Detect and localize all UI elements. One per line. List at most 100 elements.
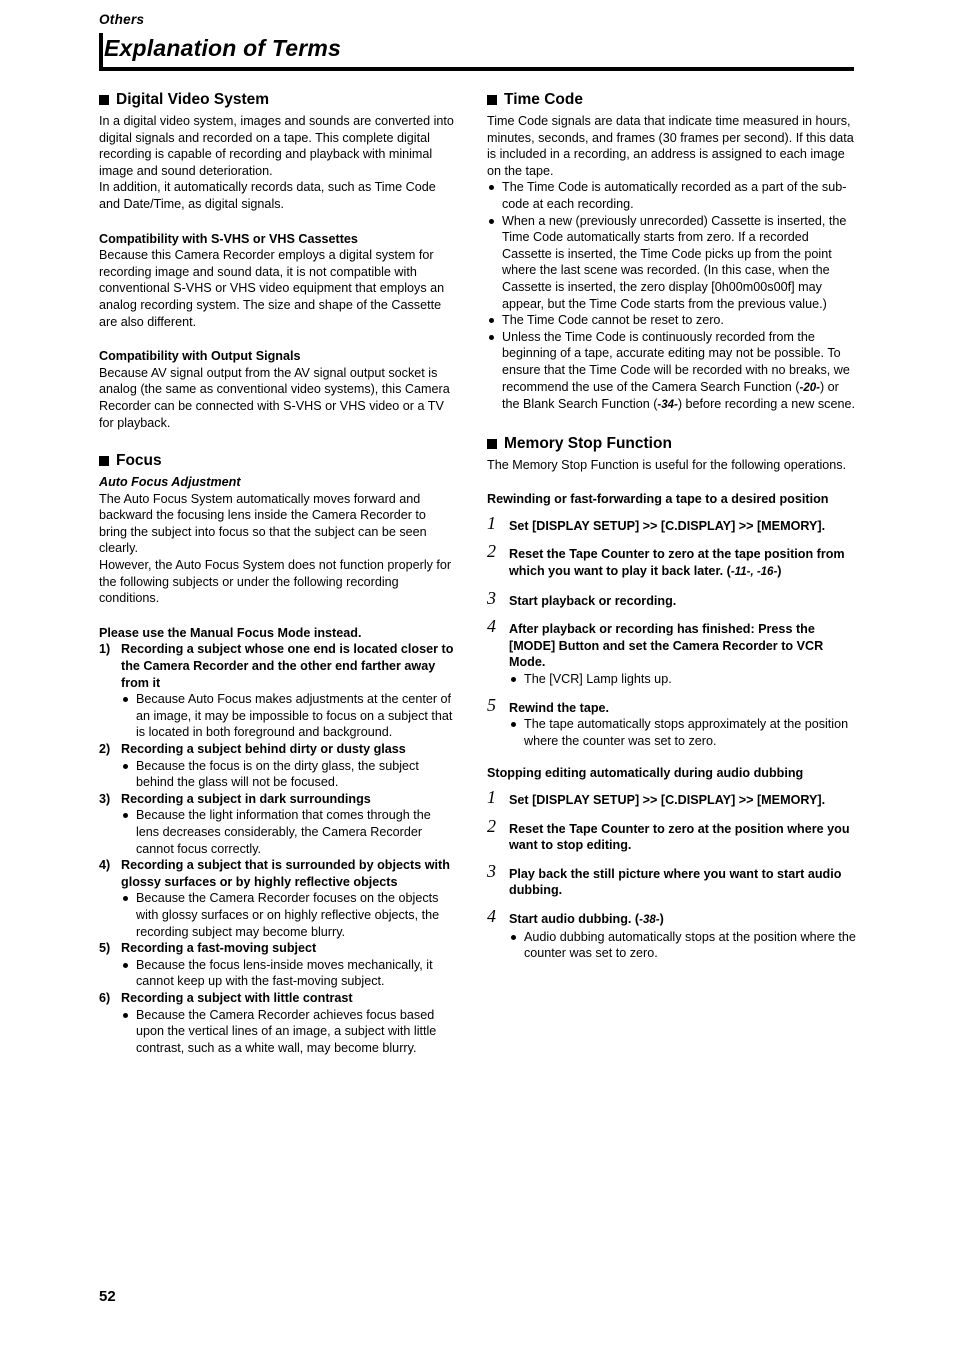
list-item-bullet: Because Auto Focus makes adjustments at … [121,691,457,741]
paragraph-digital-video-1: In a digital video system, images and so… [99,114,454,178]
step-item: 1 Set [DISPLAY SETUP] >> [C.DISPLAY] >> … [487,787,857,809]
paragraph-compat-output: Because AV signal output from the AV sig… [99,365,450,430]
bullet-label-part1: Unless the Time Code is continuously rec… [502,329,850,394]
section-heading-digital-video-system: Digital Video System [99,90,457,110]
step-label: Rewind the tape. [509,700,610,715]
step-number: 3 [487,587,496,608]
list-item-number: 4) [99,858,111,873]
step-label-after: ) [777,564,782,579]
step-label: Set [DISPLAY SETUP] >> [C.DISPLAY] >> [M… [509,518,826,533]
step-item: 1 Set [DISPLAY SETUP] >> [C.DISPLAY] >> … [487,512,857,535]
step-label: Start audio dubbing. ( [509,911,640,926]
list-item: 4) Recording a subject that is surrounde… [99,857,457,890]
paragraph-memory-stop: The Memory Stop Function is useful for t… [487,457,847,472]
subheading-compat-svhs: Compatibility with S-VHS or VHS Cassette… [99,231,358,246]
list-item: 6) Recording a subject with little contr… [99,990,457,1007]
section-heading-memory-stop-function: Memory Stop Function [487,434,857,454]
bullet-dot-icon [511,934,516,940]
paragraph-focus-2: However, the Auto Focus System does not … [99,558,452,606]
step-number: 1 [487,787,496,807]
bullet-item: The Time Code is automatically recorded … [487,179,857,212]
bullet-dot-icon [123,1012,128,1018]
page-reference-38[interactable]: -38- [639,914,659,926]
page-reference-20[interactable]: -20- [800,382,820,394]
bullet-dot-icon [489,334,494,340]
list-item-bullet-label: Because Auto Focus makes adjustments at … [136,692,453,740]
list-item-label: Recording a subject in dark surroundings [121,791,371,806]
list-item-number: 5) [99,941,111,956]
section-heading-focus: Focus [99,451,457,471]
step-number: 1 [487,512,496,533]
list-item-label: Recording a fast-moving subject [121,941,317,956]
page-reference-11-16[interactable]: -11-, -16- [731,566,777,578]
step-label: Set [DISPLAY SETUP] >> [C.DISPLAY] >> [M… [509,793,826,807]
bullet-dot-icon [511,677,516,683]
bullet-label: When a new (previously unrecorded) Casse… [502,213,847,311]
page-reference-34[interactable]: -34- [657,399,677,411]
step-item: 4 After playback or recording has finish… [487,617,857,671]
list-item-number: 3) [99,791,111,806]
step-label: Reset the Tape Counter to zero at the po… [509,821,850,853]
step-label: Play back the still picture where you wa… [509,866,842,898]
section-heading-label: Memory Stop Function [504,434,672,452]
step-label-after: ) [659,911,664,926]
page-number: 52 [99,1288,116,1305]
list-item-label: Recording a subject that is surrounded b… [121,858,450,889]
list-item-number: 1) [99,642,111,657]
right-column: Time Code Time Code signals are data tha… [487,90,857,962]
list-item-bullet-label: Because the focus is on the dirty glass,… [136,758,419,790]
step-bullet: Audio dubbing automatically stops at the… [487,929,857,962]
left-column: Digital Video System In a digital video … [99,90,457,1056]
paragraph-time-code: Time Code signals are data that indicate… [487,114,854,178]
bullet-label: The Time Code is automatically recorded … [502,180,847,211]
paragraph-compat-svhs: Because this Camera Recorder employs a d… [99,248,445,329]
bullet-label: The Time Code cannot be reset to zero. [502,313,724,328]
bullet-dot-icon [123,896,128,902]
bullet-item: When a new (previously unrecorded) Casse… [487,213,857,313]
bullet-dot-icon [489,185,494,191]
list-item: 2) Recording a subject behind dirty or d… [99,741,457,758]
square-bullet-icon [487,95,497,105]
bullet-dot-icon [511,722,516,728]
title-rule [99,67,854,71]
list-item-bullet: Because the Camera Recorder focuses on t… [121,890,457,940]
paragraph-digital-video-2: In addition, it automatically records da… [99,180,436,211]
subheading-stopping-editing: Stopping editing automatically during au… [487,766,804,781]
list-item: 1) Recording a subject whose one end is … [99,641,457,691]
document-page: Others Explanation of Terms Digital Vide… [0,0,954,1349]
step-item: 3 Start playback or recording. [487,587,857,610]
square-bullet-icon [99,456,109,467]
list-item: 5) Recording a fast-moving subject [99,940,457,957]
bullet-label-part3: ) before recording a new scene. [677,397,855,412]
list-item-number: 2) [99,742,111,756]
step-label: Reset the Tape Counter to zero at the ta… [509,547,845,579]
list-item-bullet: Because the light information that comes… [121,807,457,857]
section-heading-label: Digital Video System [116,91,270,108]
list-item-number: 6) [99,990,111,1005]
bullet-dot-icon [123,763,128,769]
step-label: Start playback or recording. [509,593,677,608]
list-item-label: Recording a subject behind dirty or dust… [121,742,406,756]
list-item-bullet-label: Because the focus lens-inside moves mech… [136,957,433,989]
list-item-bullet: Because the Camera Recorder achieves foc… [121,1007,457,1057]
page-category: Others [99,12,145,27]
section-heading-label: Focus [116,452,162,470]
paragraph-focus-1: The Auto Focus System automatically move… [99,491,427,556]
list-item-bullet: Because the focus lens-inside moves mech… [121,957,457,990]
bullet-dot-icon [489,218,494,224]
section-heading-time-code: Time Code [487,90,857,110]
title-rule-tick [99,33,103,67]
bullet-dot-icon [489,318,494,324]
step-item: 3 Play back the still picture where you … [487,862,857,899]
step-item: 4 Start audio dubbing. (-38-) [487,907,857,929]
step-label: After playback or recording has finished… [509,622,824,670]
list-item-bullet: Because the focus is on the dirty glass,… [121,758,457,791]
step-bullet-label: The [VCR] Lamp lights up. [524,672,672,687]
step-bullet: The [VCR] Lamp lights up. [487,671,857,688]
step-bullet-label: The tape automatically stops approximate… [524,717,849,748]
step-number: 2 [487,815,496,836]
list-item-label: Recording a subject with little contrast [121,990,353,1005]
bullet-dot-icon [123,813,128,819]
step-bullet: The tape automatically stops approximate… [487,716,857,749]
bullet-item: The Time Code cannot be reset to zero. [487,312,857,329]
